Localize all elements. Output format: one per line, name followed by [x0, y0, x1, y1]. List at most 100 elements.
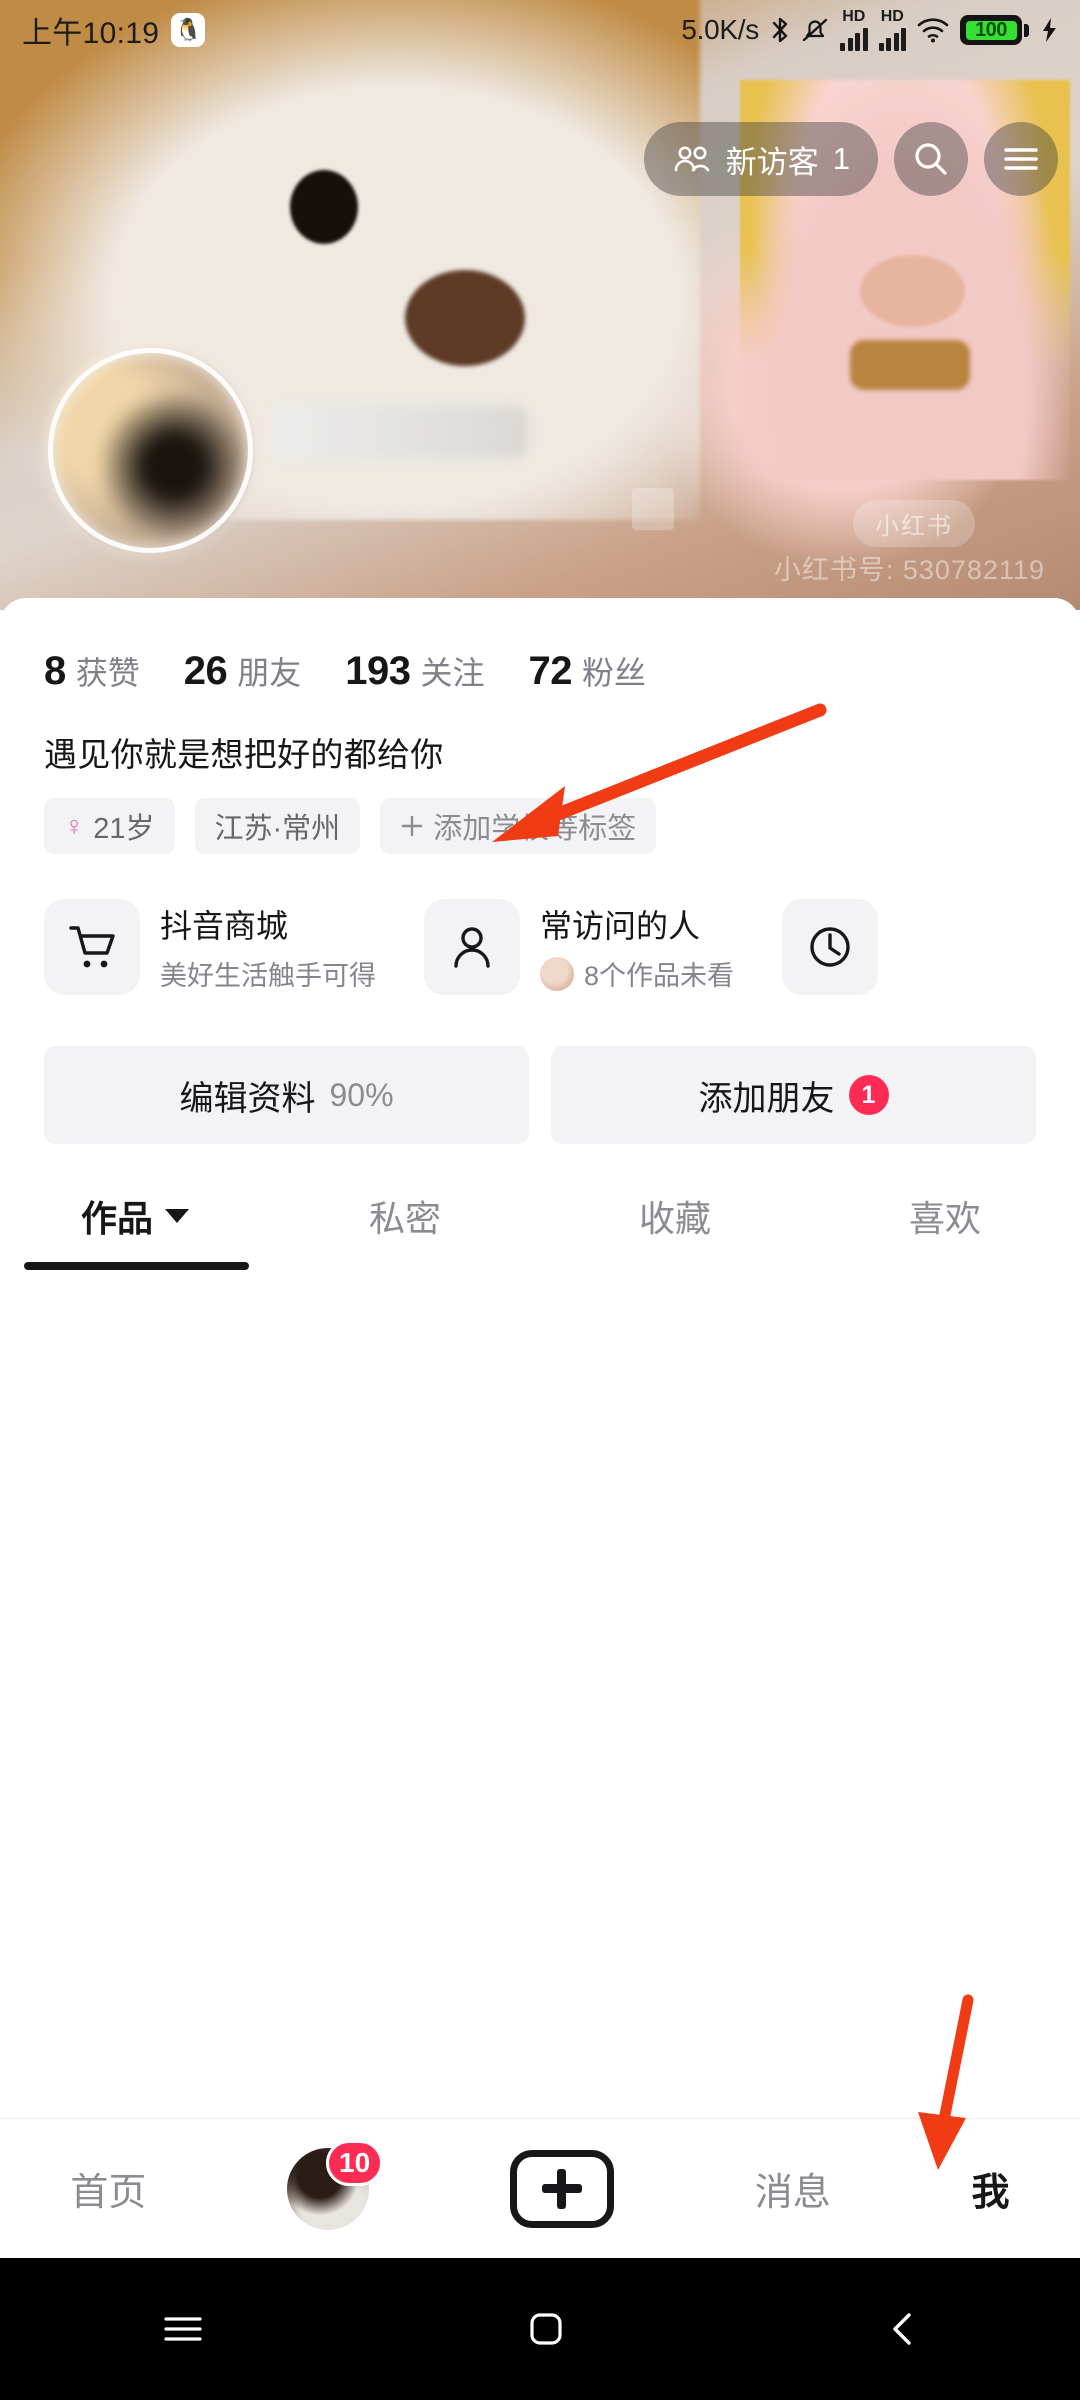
bio-text[interactable]: 遇见你就是想把好的都给你	[0, 694, 1080, 776]
stat-followers[interactable]: 72 粉丝	[529, 648, 647, 694]
nav-friends-badge: 10	[326, 2140, 383, 2186]
tab-favorites[interactable]: 收藏	[540, 1190, 810, 1242]
bluetooth-icon	[770, 15, 790, 45]
stat-friends[interactable]: 26 朋友	[184, 648, 302, 694]
new-visitors-label: 新访客	[726, 137, 819, 182]
watermark-id: 小红书号: 530782119	[774, 548, 1045, 587]
shortcut-cards-row: 抖音商城 美好生活触手可得 常访问的人 8个作品未看	[0, 854, 1080, 1006]
tab-label: 喜欢	[909, 1190, 981, 1242]
network-speed: 5.0K/s	[681, 14, 759, 46]
charging-bolt-icon	[1040, 16, 1058, 44]
search-button[interactable]	[894, 122, 968, 196]
avatar-container[interactable]	[48, 348, 253, 553]
username-blurred	[273, 406, 528, 458]
cover-bear-nose	[405, 270, 525, 366]
shopping-cart-icon	[44, 899, 140, 995]
add-friend-badge: 1	[849, 1075, 889, 1115]
nav-home[interactable]: 首页	[70, 2161, 146, 2216]
hd-signal-2: HD	[879, 9, 907, 51]
back-chevron-icon[interactable]	[886, 2309, 920, 2349]
search-icon	[912, 140, 950, 178]
tab-private[interactable]: 私密	[270, 1190, 540, 1242]
action-buttons-row: 编辑资料 90% 添加朋友 1	[0, 1006, 1080, 1144]
tag-add-school[interactable]: 添加学校等标签	[380, 798, 656, 854]
nav-label: 首页	[70, 2161, 146, 2216]
female-gender-icon: ♀	[64, 811, 84, 842]
stat-value: 26	[184, 649, 228, 694]
battery-level: 100	[966, 21, 1017, 40]
watermark-badge: 小红书	[853, 500, 975, 547]
stat-likes[interactable]: 8 获赞	[44, 648, 140, 694]
profile-sheet: 8 获赞 26 朋友 193 关注 72 粉丝 遇见你就是想把好的都给你 ♀ 2…	[0, 598, 1080, 2150]
tag-label: 江苏·常州	[215, 805, 341, 847]
chevron-down-icon[interactable]	[165, 1209, 189, 1223]
bell-muted-icon	[801, 15, 829, 45]
card-title: 常访问的人	[540, 901, 734, 947]
card-frequent-visitors[interactable]: 常访问的人 8个作品未看	[424, 888, 760, 1006]
nav-profile[interactable]: 我	[972, 2161, 1010, 2216]
tab-label: 作品	[81, 1190, 153, 1242]
tags-row: ♀ 21岁 江苏·常州 添加学校等标签	[0, 776, 1080, 854]
nav-messages[interactable]: 消息	[755, 2161, 831, 2216]
tab-label: 私密	[369, 1190, 441, 1242]
cover-bear-eye	[290, 170, 358, 244]
edit-profile-button[interactable]: 编辑资料 90%	[44, 1046, 529, 1144]
menu-button[interactable]	[984, 122, 1058, 196]
recents-icon[interactable]	[160, 2311, 206, 2347]
person-icon	[424, 899, 520, 995]
mini-avatar	[540, 957, 574, 991]
tab-label: 收藏	[639, 1190, 711, 1242]
tab-likes[interactable]: 喜欢	[810, 1190, 1080, 1242]
tag-age[interactable]: ♀ 21岁	[44, 798, 175, 854]
tag-label: 添加学校等标签	[433, 805, 636, 847]
add-friend-button[interactable]: 添加朋友 1	[551, 1046, 1036, 1144]
plus-icon	[400, 814, 424, 838]
hamburger-menu-icon	[1003, 146, 1039, 172]
nav-label: 我	[972, 2161, 1010, 2216]
card-subtitle: 美好生活触手可得	[160, 954, 376, 993]
stat-label: 获赞	[76, 648, 140, 694]
status-bar-right: 5.0K/s HD HD	[681, 9, 1058, 51]
system-navigation-bar	[0, 2258, 1080, 2400]
bottom-navigation: 首页 10 消息 我	[0, 2118, 1080, 2258]
add-friend-label: 添加朋友	[699, 1071, 835, 1120]
penguin-icon: 🐧	[171, 13, 205, 47]
avatar-ring	[48, 348, 253, 553]
nav-create[interactable]	[510, 2150, 614, 2228]
watermark-qr-icon	[632, 488, 674, 530]
tab-active-underline	[24, 1262, 249, 1270]
people-icon	[672, 144, 712, 174]
stats-row: 8 获赞 26 朋友 193 关注 72 粉丝	[0, 598, 1080, 694]
status-bar-left: 上午10:19 🐧	[22, 8, 205, 52]
new-visitors-button[interactable]: 新访客 1	[644, 122, 878, 196]
cover-pig-snout	[860, 255, 965, 327]
card-title: 抖音商城	[160, 901, 376, 947]
create-plus-icon[interactable]	[510, 2150, 614, 2228]
home-circle-icon[interactable]	[526, 2309, 566, 2349]
content-tabs: 作品 私密 收藏 喜欢	[0, 1144, 1080, 1242]
clock-icon	[782, 899, 878, 995]
tab-works[interactable]: 作品	[0, 1190, 270, 1242]
cover-pig-bow	[850, 340, 970, 390]
hd-signal-1: HD	[840, 9, 868, 51]
stat-value: 8	[44, 649, 66, 694]
nav-label: 消息	[755, 2161, 831, 2216]
edit-profile-percent: 90%	[329, 1077, 393, 1114]
douyin-profile-screen: 小红书 小红书号: 530782119 上午10:19 🐧 5.0K/s HD	[0, 0, 1080, 2400]
stat-label: 朋友	[237, 648, 301, 694]
stat-following[interactable]: 193 关注	[345, 648, 484, 694]
new-visitors-count: 1	[833, 141, 850, 177]
card-third-partial[interactable]	[782, 888, 878, 1006]
tag-location[interactable]: 江苏·常州	[195, 798, 361, 854]
stat-label: 关注	[421, 648, 485, 694]
stat-value: 193	[345, 649, 410, 694]
edit-profile-label: 编辑资料	[179, 1071, 315, 1120]
card-douyin-mall[interactable]: 抖音商城 美好生活触手可得	[44, 888, 402, 1006]
stat-value: 72	[529, 649, 573, 694]
wifi-icon	[917, 17, 949, 43]
status-time: 上午10:19	[22, 8, 159, 52]
tag-label: 21岁	[93, 805, 154, 847]
nav-friends[interactable]: 10	[287, 2148, 369, 2230]
header-actions: 新访客 1	[644, 122, 1058, 196]
status-bar: 上午10:19 🐧 5.0K/s HD HD	[0, 0, 1080, 60]
